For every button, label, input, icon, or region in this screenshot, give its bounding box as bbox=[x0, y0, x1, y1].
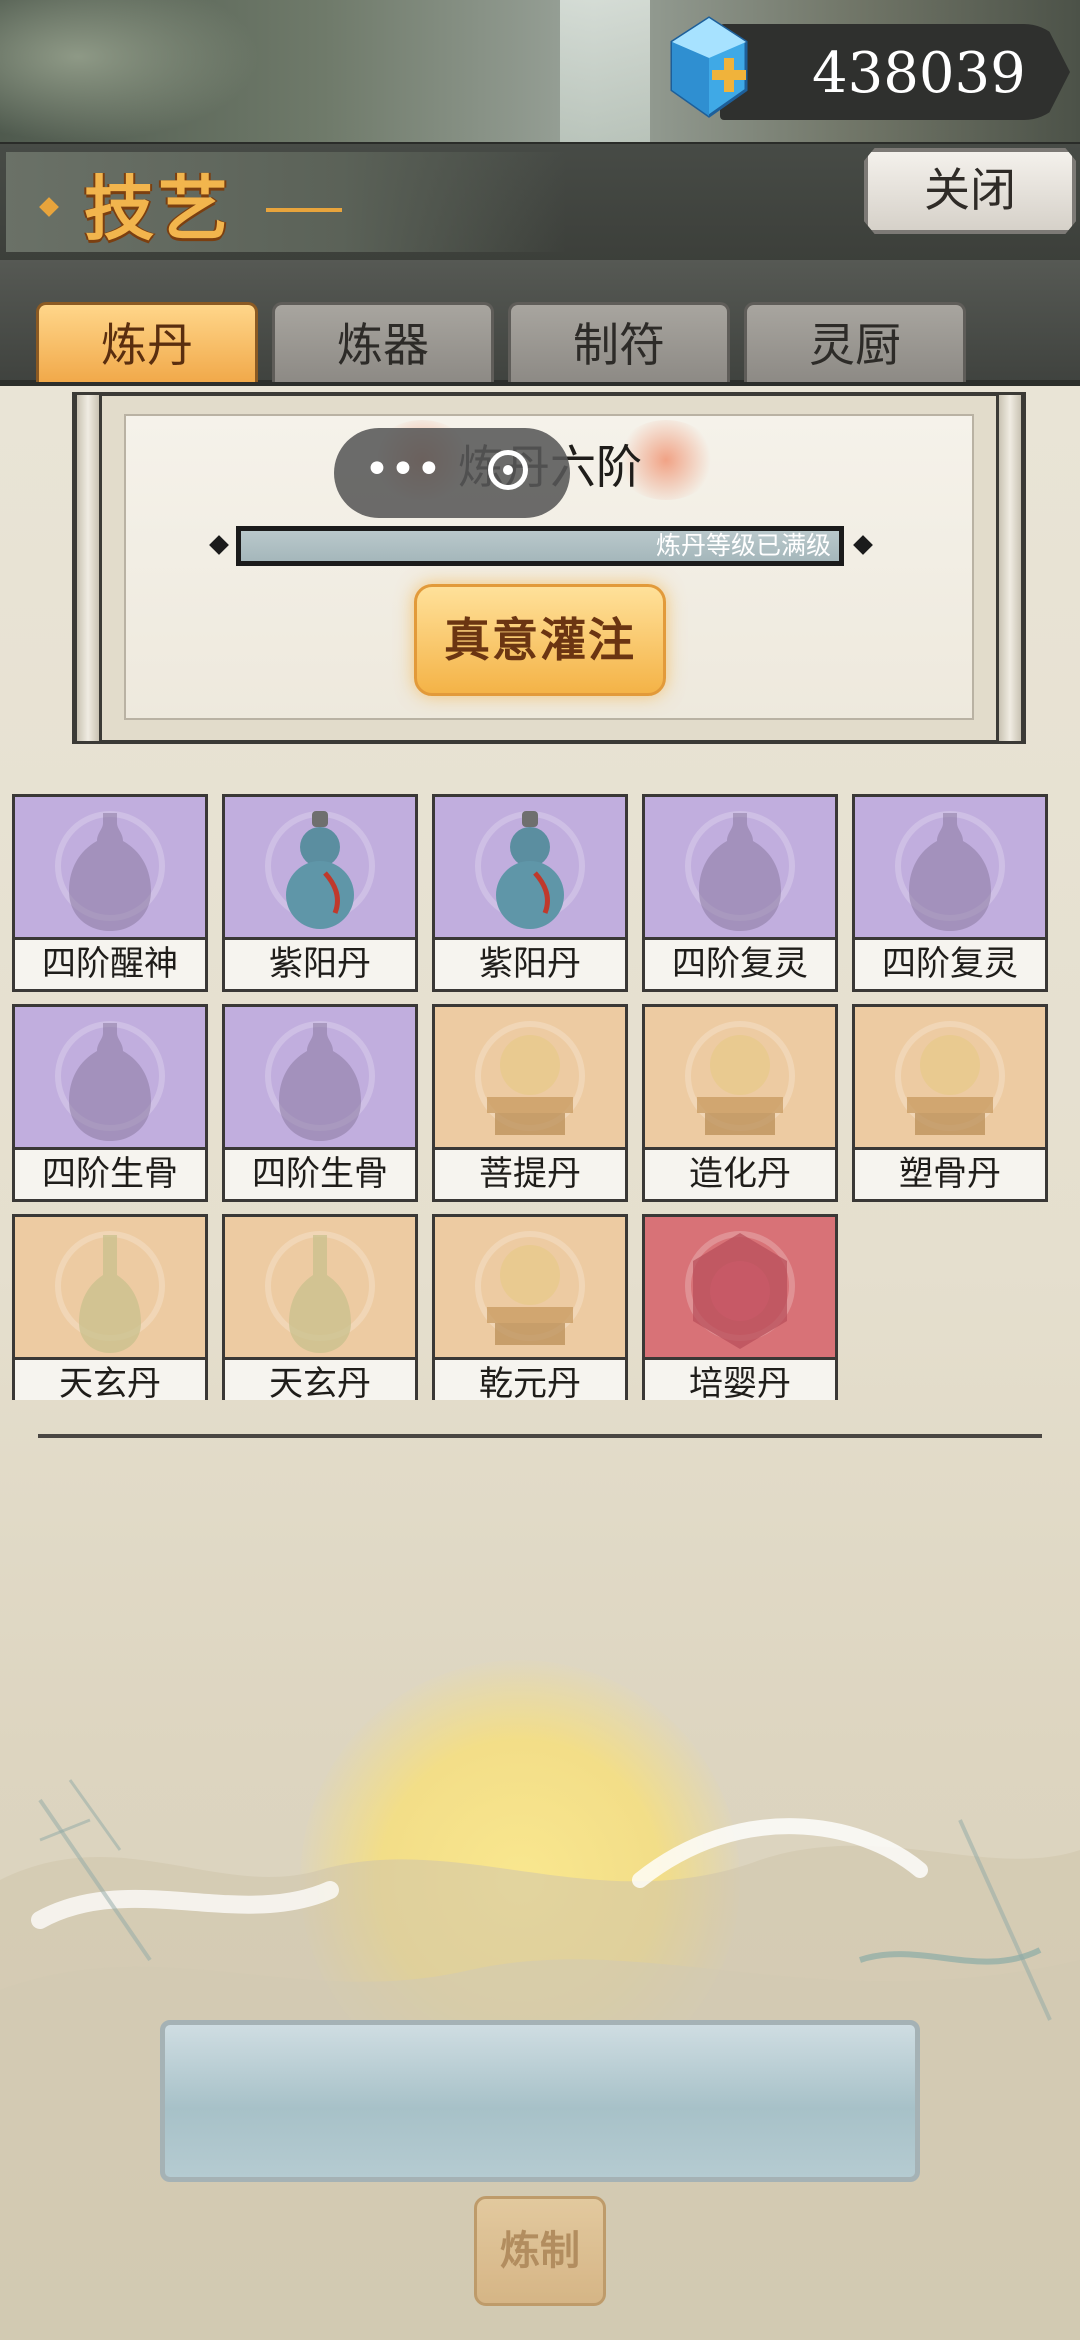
pill-name: 天玄丹 bbox=[225, 1357, 415, 1400]
pill-name: 造化丹 bbox=[645, 1147, 835, 1199]
page-title: 技艺 bbox=[84, 167, 232, 250]
pill-slot[interactable]: 四阶复灵 bbox=[852, 794, 1048, 992]
exp-progress-label: 炼丹等级已满级 bbox=[655, 531, 831, 560]
pill-slot[interactable]: 四阶复灵 bbox=[642, 794, 838, 992]
top-banner: 438039 bbox=[0, 0, 1080, 142]
tab-forging[interactable]: 炼器 bbox=[272, 302, 494, 382]
pill-name: 四阶复灵 bbox=[855, 937, 1045, 989]
crafting-pool bbox=[160, 2020, 920, 2182]
pill-name: 四阶醒神 bbox=[15, 937, 205, 989]
pill-slot[interactable]: 培婴丹 bbox=[642, 1214, 838, 1400]
pill-name: 四阶生骨 bbox=[15, 1147, 205, 1199]
pill-name: 塑骨丹 bbox=[855, 1147, 1045, 1199]
pill-name: 培婴丹 bbox=[645, 1357, 835, 1400]
pill-slot[interactable]: 紫阳丹 bbox=[222, 794, 418, 992]
pill-slot[interactable]: 天玄丹 bbox=[12, 1214, 208, 1400]
diamond-ornament bbox=[39, 197, 59, 217]
craft-button[interactable]: 炼制 bbox=[474, 2196, 606, 2306]
pill-name: 四阶生骨 bbox=[225, 1147, 415, 1199]
pill-slot[interactable]: 菩提丹 bbox=[432, 1004, 628, 1202]
exit-ring-icon[interactable] bbox=[488, 450, 528, 490]
blue-gem-plus-icon[interactable] bbox=[660, 12, 758, 124]
scroll-rod-right bbox=[996, 392, 1024, 744]
close-button[interactable]: 关闭 bbox=[864, 148, 1076, 234]
pill-slot[interactable]: 四阶生骨 bbox=[12, 1004, 208, 1202]
dash-ornament bbox=[266, 208, 342, 212]
pill-slot[interactable]: 塑骨丹 bbox=[852, 1004, 1048, 1202]
pill-name: 四阶复灵 bbox=[645, 937, 835, 989]
pill-grid: 四阶醒神 紫阳丹 紫阳丹 四阶复灵 四阶复灵 四阶生骨 四阶生骨 菩提丹 造化丹 塑骨丹 天玄丹 天玄… bbox=[12, 740, 1068, 1400]
pill-slot[interactable]: 四阶醒神 bbox=[12, 794, 208, 992]
more-dots-icon[interactable]: ••• bbox=[364, 448, 442, 498]
pill-name: 乾元丹 bbox=[435, 1357, 625, 1400]
currency-amount: 438039 bbox=[812, 41, 1026, 106]
tab-talisman[interactable]: 制符 bbox=[508, 302, 730, 382]
pill-slot[interactable]: 四阶生骨 bbox=[222, 1004, 418, 1202]
mini-program-capsule[interactable]: ••• bbox=[334, 428, 570, 518]
pill-slot[interactable]: 乾元丹 bbox=[432, 1214, 628, 1400]
pill-slot[interactable]: 天玄丹 bbox=[222, 1214, 418, 1400]
scroll-rod-left bbox=[74, 392, 102, 744]
tab-alchemy[interactable]: 炼丹 bbox=[36, 302, 258, 382]
tab-cooking[interactable]: 灵厨 bbox=[744, 302, 966, 382]
infuse-button[interactable]: 真意灌注 bbox=[414, 584, 666, 696]
section-divider bbox=[38, 1434, 1042, 1438]
pill-name: 天玄丹 bbox=[15, 1357, 205, 1400]
pill-slot[interactable]: 紫阳丹 bbox=[432, 794, 628, 992]
pill-name: 菩提丹 bbox=[435, 1147, 625, 1199]
pill-name: 紫阳丹 bbox=[435, 937, 625, 989]
pill-name: 紫阳丹 bbox=[225, 937, 415, 989]
exp-progress-bar: 炼丹等级已满级 bbox=[236, 526, 844, 566]
mist-decor bbox=[0, 0, 260, 142]
waterfall-decor bbox=[560, 0, 650, 142]
title-plate: 技艺 bbox=[6, 152, 566, 252]
pill-slot[interactable]: 造化丹 bbox=[642, 1004, 838, 1202]
